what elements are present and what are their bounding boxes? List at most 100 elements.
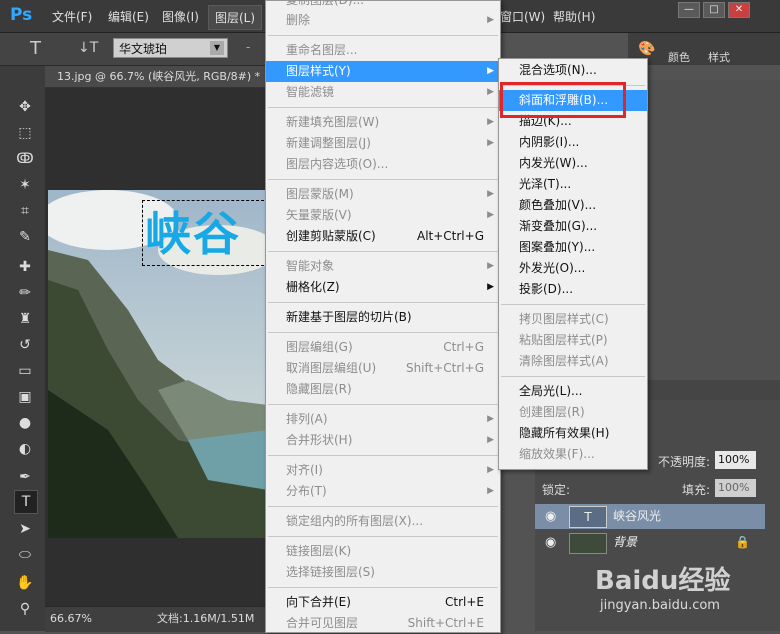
stamp-tool-icon[interactable]: ♜ (14, 308, 36, 330)
palette-icon[interactable]: 🎨 (638, 41, 655, 57)
crop-tool-icon[interactable]: ⌗ (14, 200, 36, 222)
eye-icon[interactable]: ◉ (545, 504, 556, 529)
menu-item[interactable]: 清除图层样式(A) (499, 351, 647, 372)
menu-item[interactable]: 内阴影(I)... (499, 132, 647, 153)
document-size: 文档:1.16M/1.51M (157, 612, 255, 625)
menu-item-label: 拷贝图层样式(C) (519, 312, 609, 326)
menu-item-label: 图层蒙版(M) (286, 187, 354, 201)
layer-name[interactable]: 峡谷风光 (613, 504, 661, 529)
menu-item[interactable]: 图层蒙版(M) ▶ (266, 184, 500, 205)
menu-item[interactable]: 锁定组内的所有图层(X)... (266, 511, 500, 532)
menu-item[interactable]: 全局光(L)... (499, 381, 647, 402)
opacity-input[interactable]: 100% (715, 451, 756, 469)
menu-help[interactable]: 帮助(H) (553, 8, 595, 25)
menu-item[interactable]: 向下合并(E) Ctrl+E (266, 592, 500, 613)
text-tool-icon[interactable]: T (30, 38, 41, 59)
menu-item[interactable]: 矢量蒙版(V) ▶ (266, 205, 500, 226)
fill-input[interactable]: 100% (715, 479, 756, 497)
minimize-icon[interactable]: — (678, 2, 700, 18)
close-icon[interactable]: ✕ (728, 2, 750, 18)
menu-item[interactable]: 粘贴图层样式(P) (499, 330, 647, 351)
menu-item[interactable]: 创建剪贴蒙版(C) Alt+Ctrl+G (266, 226, 500, 247)
menu-item[interactable]: 排列(A) ▶ (266, 409, 500, 430)
adjustments-toolbar (640, 380, 780, 402)
menu-item[interactable]: 删除 ▶ (266, 10, 500, 31)
vertical-text-icon[interactable]: ↓T (78, 40, 98, 56)
menu-item[interactable]: 创建图层(R) (499, 402, 647, 423)
menu-window[interactable]: 窗口(W) (500, 8, 545, 25)
lasso-tool-icon[interactable]: ↂ (14, 148, 36, 170)
menu-item[interactable]: 对齐(I) ▶ (266, 460, 500, 481)
menu-item[interactable]: 拷贝图层样式(C) (499, 309, 647, 330)
menu-item[interactable]: 外发光(O)... (499, 258, 647, 279)
style-panel-tab[interactable]: 样式 (708, 49, 730, 65)
color-panel-tab[interactable]: 颜色 (668, 49, 690, 65)
move-tool-icon[interactable]: ✥ (14, 96, 36, 118)
menu-item[interactable]: 投影(D)... (499, 279, 647, 300)
menu-item[interactable]: 链接图层(K) (266, 541, 500, 562)
gradient-tool-icon[interactable]: ▣ (14, 386, 36, 408)
menu-item[interactable]: 图层内容选项(O)... (266, 154, 500, 175)
status-bar: 66.67% 文档:1.16M/1.51M (45, 606, 275, 632)
fill-label: 填充: (682, 483, 711, 497)
menu-item-label: 合并可见图层 (286, 616, 359, 630)
menu-item[interactable]: 图层样式(Y) ▶ (266, 61, 500, 82)
menu-item-label: 投影(D)... (519, 282, 574, 296)
menu-item-label: 向下合并(E) (286, 595, 351, 609)
zoom-level[interactable]: 66.67% (50, 607, 92, 631)
submenu-arrow-icon: ▶ (487, 15, 494, 25)
maximize-icon[interactable]: □ (703, 2, 725, 18)
menu-image[interactable]: 图像(I) (162, 8, 199, 25)
menu-item[interactable]: 隐藏图层(R) (266, 379, 500, 400)
menu-item[interactable]: 重命名图层... (266, 40, 500, 61)
menu-edit[interactable]: 编辑(E) (108, 8, 149, 25)
eye-icon[interactable]: ◉ (545, 530, 556, 555)
hand-tool-icon[interactable]: ✋ (14, 572, 36, 594)
healing-brush-icon[interactable]: ✚ (14, 256, 36, 278)
menu-item[interactable]: 缩放效果(F)... (499, 444, 647, 465)
menu-item[interactable]: 新建填充图层(W) ▶ (266, 112, 500, 133)
menu-item[interactable]: 新建基于图层的切片(B) (266, 307, 500, 328)
menu-item[interactable]: 选择链接图层(S) (266, 562, 500, 583)
menu-separator (268, 332, 498, 333)
submenu-arrow-icon: ▶ (487, 117, 494, 127)
layer-row-text[interactable]: ◉ T 峡谷风光 (535, 504, 765, 529)
eyedropper-tool-icon[interactable]: ✎ (14, 226, 36, 248)
path-select-icon[interactable]: ➤ (14, 518, 36, 540)
menu-item[interactable]: 图案叠加(Y)... (499, 237, 647, 258)
menu-item[interactable]: 渐变叠加(G)... (499, 216, 647, 237)
opacity-label: 不透明度: (658, 455, 711, 469)
layer-row-background[interactable]: ◉ 背景 🔒 (535, 530, 765, 555)
menu-item[interactable]: 新建调整图层(J) ▶ (266, 133, 500, 154)
menu-item[interactable]: 智能对象 ▶ (266, 256, 500, 277)
blur-tool-icon[interactable]: ● (14, 412, 36, 434)
type-tool-icon[interactable]: T (14, 490, 38, 514)
dodge-tool-icon[interactable]: ◐ (14, 438, 36, 460)
menu-item[interactable]: 分布(T) ▶ (266, 481, 500, 502)
menu-file[interactable]: 文件(F) (52, 8, 92, 25)
layer-kind-icon: T (569, 506, 607, 528)
menu-item[interactable]: 图层编组(G) Ctrl+G (266, 337, 500, 358)
font-family-select[interactable]: 华文琥珀 ▼ (113, 38, 228, 58)
menu-item[interactable]: 颜色叠加(V)... (499, 195, 647, 216)
layer-name[interactable]: 背景 (613, 530, 637, 555)
magic-wand-icon[interactable]: ✶ (14, 174, 36, 196)
menu-item[interactable]: 智能滤镜 ▶ (266, 82, 500, 103)
ellipse-tool-icon[interactable]: ⬭ (14, 544, 36, 566)
menu-layer[interactable]: 图层(L) (208, 5, 263, 30)
marquee-tool-icon[interactable]: ⬚ (14, 122, 36, 144)
document-tab[interactable]: 13.jpg @ 66.7% (峡谷风光, RGB/8#) * (45, 66, 275, 88)
brush-tool-icon[interactable]: ✏ (14, 282, 36, 304)
menu-item[interactable]: 隐藏所有效果(H) (499, 423, 647, 444)
menu-item[interactable]: 内发光(W)... (499, 153, 647, 174)
zoom-tool-icon[interactable]: ⚲ (14, 598, 36, 620)
menu-item[interactable]: 混合选项(N)... (499, 60, 647, 81)
menu-item[interactable]: 栅格化(Z) ▶ (266, 277, 500, 298)
menu-item[interactable]: 光泽(T)... (499, 174, 647, 195)
menu-item[interactable]: 合并形状(H) ▶ (266, 430, 500, 451)
history-brush-icon[interactable]: ↺ (14, 334, 36, 356)
eraser-tool-icon[interactable]: ▭ (14, 360, 36, 382)
menu-item[interactable]: 取消图层编组(U) Shift+Ctrl+G (266, 358, 500, 379)
pen-tool-icon[interactable]: ✒ (14, 466, 36, 488)
menu-item-shortcut: Shift+Ctrl+G (405, 361, 484, 375)
